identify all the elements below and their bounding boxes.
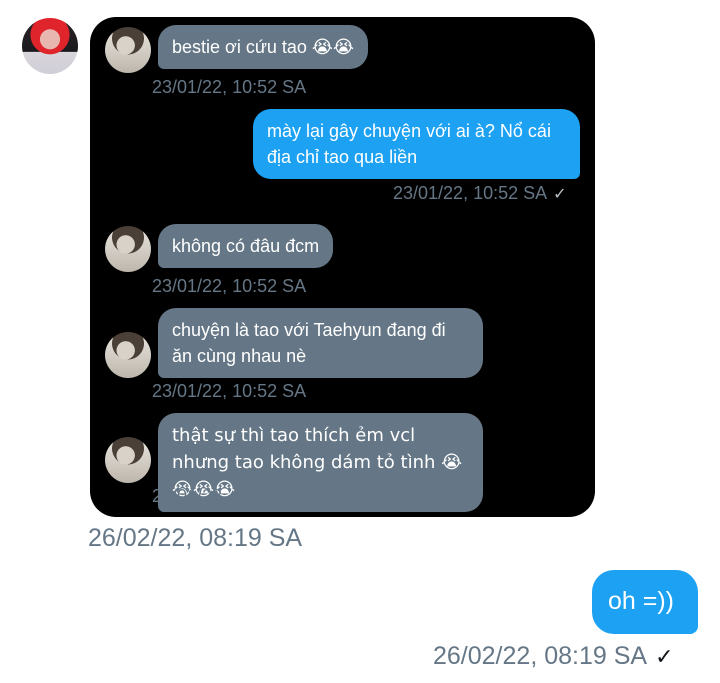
inner-avatar: [105, 226, 151, 272]
message-timestamp-row: 23/01/22, 10:52 SA ✓: [393, 183, 567, 204]
message-text: chuyện là tao với Taehyun đang đi ăn cùn…: [172, 320, 446, 366]
check-icon: ✓: [655, 644, 674, 669]
message-bubble-incoming[interactable]: không có đâu đcm: [158, 224, 334, 268]
message-text: mày lại gây chuyện với ai à? Nổ cái địa …: [267, 121, 551, 167]
reply-bubble[interactable]: oh =)): [592, 570, 698, 634]
sender-avatar[interactable]: [22, 18, 78, 74]
reply-text: oh =)): [608, 587, 675, 615]
message-timestamp: 23/01/22, 10:52 SA: [152, 77, 307, 97]
message-text: không có đâu đcm: [172, 236, 320, 256]
message-bubble-incoming[interactable]: bestie ơi cứu tao 😭😭: [158, 25, 368, 69]
inner-avatar: [105, 332, 151, 378]
message-timestamp: 23/01/22, 10:52 SA: [152, 486, 307, 506]
message-timestamp: 23/01/22, 10:52 SA: [152, 381, 307, 401]
inner-avatar: [105, 437, 151, 483]
card-timestamp: 26/02/22, 08:19 SA: [88, 524, 303, 552]
message-text: bestie ơi cứu tao 😭😭: [172, 37, 354, 57]
message-timestamp: 23/01/22, 10:52 SA: [152, 276, 307, 296]
message-timestamp: 23/01/22, 10:52 SA: [393, 183, 548, 203]
reply-timestamp-row: 26/02/22, 08:19 SA ✓: [433, 642, 674, 671]
message-bubble-outgoing[interactable]: mày lại gây chuyện với ai à? Nổ cái địa …: [253, 109, 580, 179]
check-icon: ✓: [553, 186, 567, 203]
message-bubble-incoming[interactable]: chuyện là tao với Taehyun đang đi ăn cùn…: [158, 308, 483, 378]
inner-avatar: [105, 27, 151, 73]
reply-timestamp: 26/02/22, 08:19 SA: [433, 642, 648, 670]
